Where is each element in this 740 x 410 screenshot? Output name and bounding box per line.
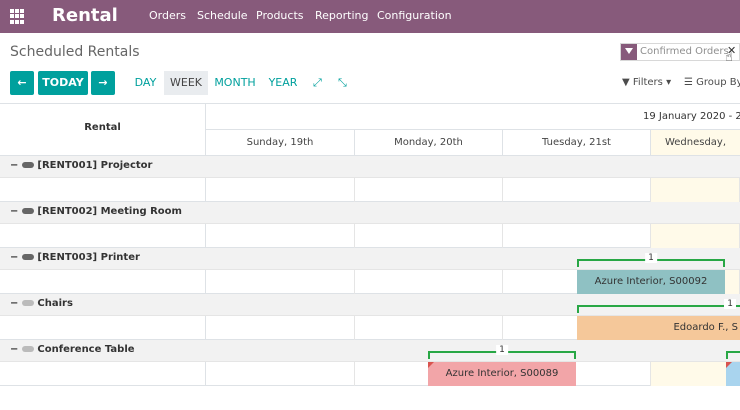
previous-button[interactable]: ← [10, 71, 34, 95]
collapse-minus-icon[interactable]: − [10, 206, 18, 217]
gantt-row [0, 178, 740, 202]
gantt-cell[interactable] [206, 362, 355, 386]
gantt-cell[interactable] [206, 178, 355, 202]
gantt-cell[interactable] [206, 224, 355, 248]
gantt-cell-today[interactable] [651, 178, 740, 202]
aggregate-bar: 1 [577, 299, 740, 313]
facet-label: Confirmed Orders [640, 46, 729, 57]
status-corner-icon [428, 362, 434, 368]
hand-cursor-icon: ☝ [725, 50, 733, 65]
aggregate-bar [726, 351, 740, 359]
row-label-cell [0, 316, 206, 340]
scale-week-button[interactable]: WEEK [164, 71, 208, 95]
day-header-today: Wednesday, [651, 130, 740, 156]
group-label: − [RENT002] Meeting Room [10, 206, 182, 217]
funnel-icon: ▼ [622, 77, 630, 88]
group-label: − [RENT003] Printer [10, 252, 140, 263]
filter-icon [621, 44, 637, 60]
gantt-date-range: 19 January 2020 - 25 [206, 104, 740, 130]
collapse-minus-icon[interactable]: − [10, 344, 18, 355]
menu-orders[interactable]: Orders [149, 9, 186, 23]
row-label-cell [0, 362, 206, 386]
collapse-icon[interactable]: ⤡ [338, 76, 347, 90]
search-facet[interactable]: Confirmed Orders ✕ [620, 43, 740, 61]
gantt-view: Rental 19 January 2020 - 25 Sunday, 19th… [0, 103, 740, 388]
filters-label: Filters [632, 77, 663, 88]
collapse-minus-icon[interactable]: − [10, 252, 18, 263]
group-by-label: Group By [696, 77, 740, 88]
gantt-cell[interactable] [206, 316, 355, 340]
printer-icon [22, 254, 35, 260]
group-row[interactable]: − [RENT001] Projector [0, 156, 740, 178]
next-button[interactable]: → [91, 71, 115, 95]
collapse-minus-icon[interactable]: − [10, 298, 18, 309]
aggregate-count: 1 [724, 299, 736, 309]
group-row[interactable]: − [RENT003] Printer 1 [0, 248, 740, 270]
filters-menu[interactable]: ▼ Filters ▾ [622, 77, 671, 88]
row-label-cell [0, 178, 206, 202]
scale-day-button[interactable]: DAY [128, 71, 163, 95]
status-corner-icon [726, 362, 732, 368]
top-navbar: Rental Orders Schedule Products Reportin… [0, 0, 740, 33]
aggregate-count: 1 [645, 253, 657, 263]
expand-icon[interactable]: ⤢ [313, 76, 322, 90]
group-title: Chairs [37, 298, 73, 309]
group-row[interactable]: − Chairs 1 [0, 294, 740, 316]
gantt-cell[interactable] [206, 270, 355, 294]
group-label: − [RENT001] Projector [10, 160, 152, 171]
aggregate-count: 1 [496, 345, 508, 355]
gantt-cell[interactable] [503, 178, 651, 202]
menu-reporting[interactable]: Reporting [315, 9, 368, 23]
gantt-cell[interactable] [355, 316, 503, 340]
row-label-cell [0, 270, 206, 294]
aggregate-bar: 1 [577, 253, 725, 267]
chairs-icon [22, 300, 35, 306]
group-by-menu[interactable]: ☰ Group By [684, 77, 740, 88]
gantt-row: Edoardo F., S [0, 316, 740, 340]
group-title: [RENT001] Projector [37, 160, 153, 171]
scale-year-button[interactable]: YEAR [263, 71, 303, 95]
today-button[interactable]: TODAY [38, 71, 88, 95]
gantt-row: Azure Interior, S00089 [0, 362, 740, 386]
rental-pill[interactable]: Azure Interior, S00089 [428, 362, 576, 386]
date-range-label: 19 January 2020 - 25 [643, 111, 740, 122]
meeting-room-icon [22, 208, 35, 214]
menu-products[interactable]: Products [256, 9, 304, 23]
scale-month-button[interactable]: MONTH [210, 71, 260, 95]
day-header: Sunday, 19th [206, 130, 355, 156]
gantt-cell[interactable] [503, 224, 651, 248]
gantt-row: Azure Interior, S00092 [0, 270, 740, 294]
menu-configuration[interactable]: Configuration [377, 9, 452, 23]
gantt-cell-today[interactable] [651, 224, 740, 248]
gantt-cell[interactable] [355, 270, 503, 294]
group-row[interactable]: − [RENT002] Meeting Room [0, 202, 740, 224]
day-header: Tuesday, 21st [503, 130, 651, 156]
group-title: [RENT003] Printer [37, 252, 140, 263]
row-label-cell [0, 224, 206, 248]
gantt-row [0, 224, 740, 248]
day-header: Monday, 20th [355, 130, 503, 156]
app-name[interactable]: Rental [52, 4, 118, 28]
group-title: [RENT002] Meeting Room [37, 206, 182, 217]
gantt-cell[interactable] [355, 224, 503, 248]
rental-pill[interactable]: Edoardo F., S [577, 316, 740, 340]
group-row[interactable]: − Conference Table 1 [0, 340, 740, 362]
projector-icon [22, 162, 35, 168]
collapse-minus-icon[interactable]: − [10, 160, 18, 171]
gantt-row-header: Rental [0, 104, 206, 156]
list-icon: ☰ [684, 77, 693, 88]
table-icon [22, 346, 35, 352]
aggregate-bar: 1 [428, 345, 576, 359]
caret-down-icon: ▾ [666, 77, 672, 88]
apps-menu-icon[interactable] [10, 9, 25, 24]
page-title: Scheduled Rentals [10, 44, 140, 60]
rental-pill[interactable] [726, 362, 740, 386]
gantt-cell[interactable] [355, 178, 503, 202]
menu-schedule[interactable]: Schedule [197, 9, 248, 23]
rental-pill-label: Azure Interior, S00089 [445, 368, 559, 379]
rental-pill[interactable]: Azure Interior, S00092 [577, 270, 725, 294]
group-label: − Chairs [10, 298, 73, 309]
group-title: Conference Table [37, 344, 135, 355]
group-label: − Conference Table [10, 344, 135, 355]
